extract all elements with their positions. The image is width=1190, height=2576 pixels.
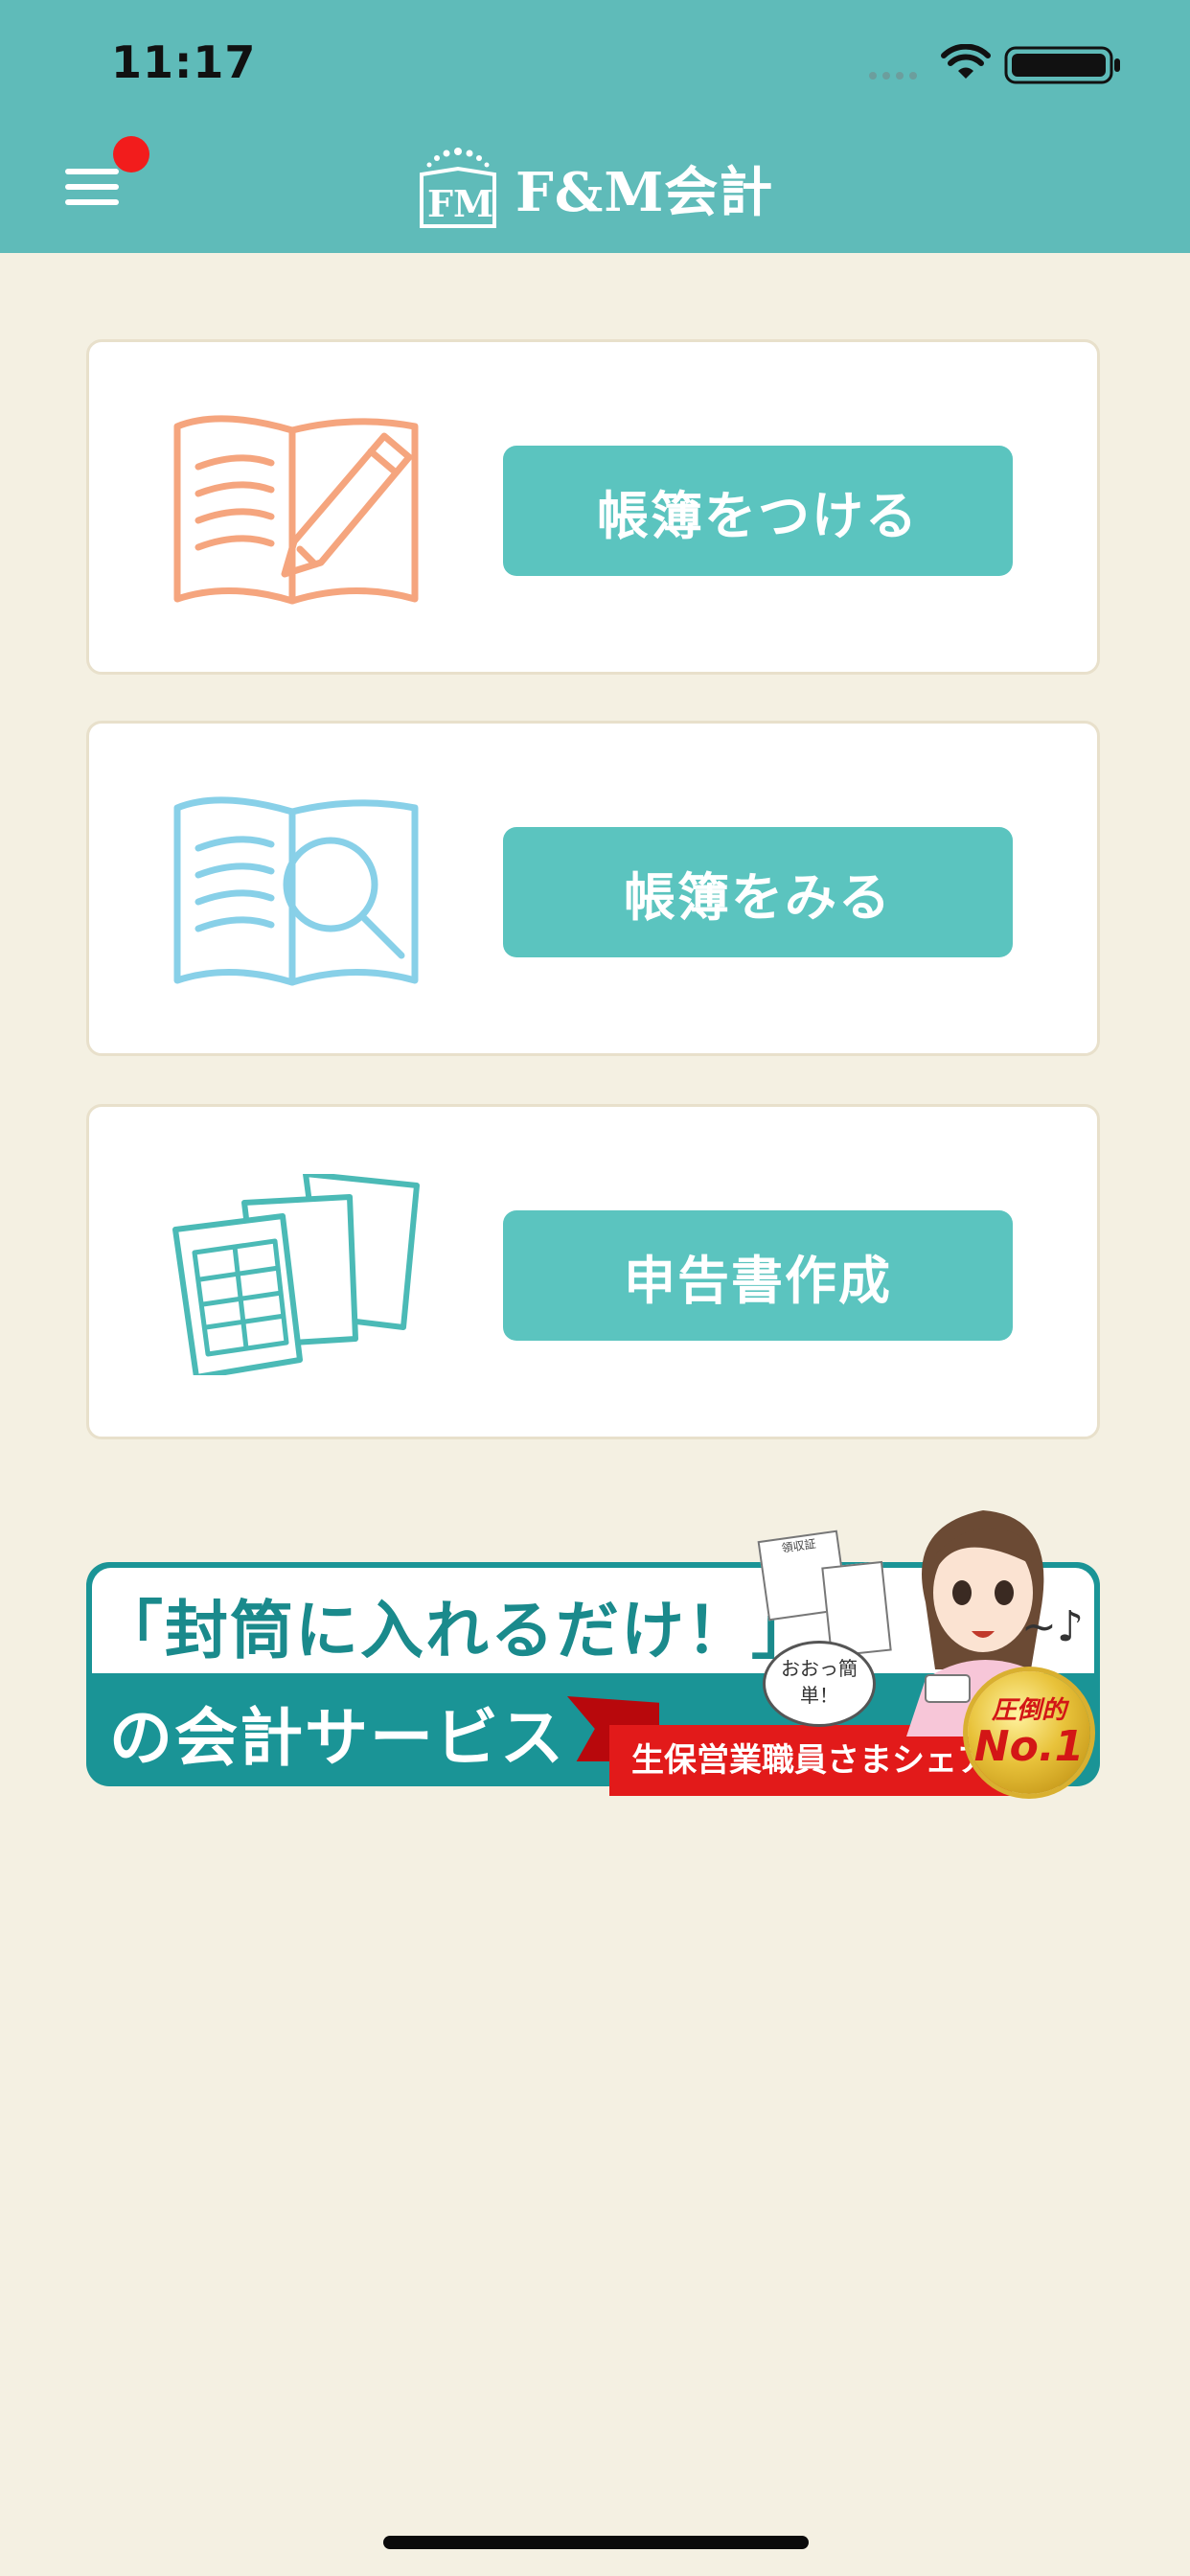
view-books-button[interactable]: 帳簿をみる: [503, 827, 1013, 957]
card-tax-return: 申告書作成: [86, 1104, 1100, 1439]
hamburger-menu-button[interactable]: [61, 163, 123, 211]
menu-line-icon: [65, 169, 119, 174]
banner-headline: 「封筒に入れるだけ！」: [100, 1594, 816, 1668]
home-indicator[interactable]: [383, 2536, 809, 2549]
cellular-signal-icon: [869, 72, 917, 80]
logo-text: F&M会計: [515, 160, 774, 224]
app-logo: FM F&M会計: [418, 144, 773, 232]
battery-icon: [1004, 46, 1120, 84]
card-view-books: 帳簿をみる: [86, 721, 1100, 1056]
notebook-magnifier-icon: [173, 796, 419, 986]
fm-logo-icon: FM: [420, 148, 496, 228]
menu-line-icon: [65, 199, 119, 205]
no1-medal-badge: 圧倒的 No.1: [968, 1671, 1090, 1794]
notebook-pencil-icon: [173, 415, 419, 605]
tax-return-button[interactable]: 申告書作成: [503, 1210, 1013, 1341]
card-record-books: 帳簿をつける: [86, 339, 1100, 675]
menu-line-icon: [65, 184, 119, 190]
status-time: 11:17: [111, 36, 257, 88]
speech-bubble: おおっ簡単！: [763, 1641, 876, 1727]
notification-dot: [113, 136, 149, 172]
promo-banner[interactable]: 「封筒に入れるだけ！」 の会計サービス 生保営業職員さまシェア 領収証 おおっ簡…: [86, 1487, 1100, 1796]
app-header: 11:17 FM F&M会計: [0, 0, 1190, 253]
tax-forms-icon: [172, 1174, 420, 1375]
record-books-button[interactable]: 帳簿をつける: [503, 446, 1013, 576]
music-note-icon: ~♪: [1021, 1602, 1084, 1651]
banner-subline: の会計サービス: [109, 1701, 565, 1775]
svg-text:FM: FM: [427, 182, 493, 225]
wifi-icon: [941, 44, 991, 79]
